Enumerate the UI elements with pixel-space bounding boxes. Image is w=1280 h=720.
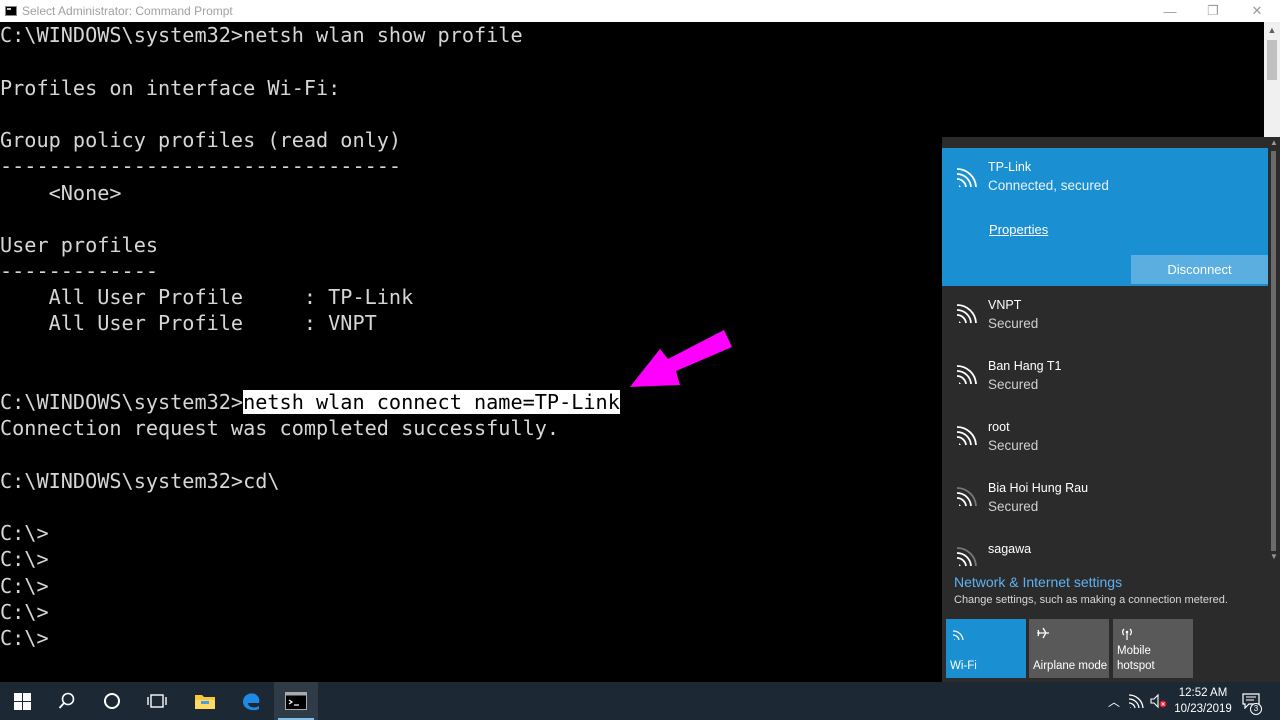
scroll-up-icon[interactable]: ▲ [1264,22,1280,38]
network-name: sagawa [988,542,1032,556]
arrow-icon [630,330,732,387]
minimize-button[interactable]: — [1147,0,1193,22]
connected-network-status: Connected, secured [988,178,1109,193]
cortana-icon [104,693,120,709]
wifi-signal-icon [956,426,977,446]
console-line: C:\> [0,574,49,598]
network-settings-description: Change settings, such as making a connec… [954,594,1228,606]
airplane-mode-tile[interactable]: Airplane mode [1029,619,1109,678]
connected-network[interactable]: TP-Link Connected, secured Properties Di… [942,148,1268,286]
restore-button[interactable]: ❐ [1190,0,1236,22]
network-name: VNPT [988,298,1022,312]
mobile-hotspot-tile-label: Mobile hotspot [1117,645,1155,672]
disconnect-button[interactable]: Disconnect [1131,255,1268,284]
console-line: C:\> [0,547,49,571]
wifi-tray-icon [1128,694,1144,709]
console-line: C:\WINDOWS\system32>cd\ [0,469,280,493]
network-status: Secured [988,316,1039,331]
console-line: C:\WINDOWS\system32>netsh wlan show prof… [0,23,523,47]
network-name: root [988,420,1010,434]
airplane-mode-tile-label: Airplane mode [1033,660,1108,672]
selected-command[interactable]: netsh wlan connect name=TP-Link [243,390,620,414]
network-status: Secured [988,377,1039,392]
search-button[interactable] [45,682,89,720]
console-line: All User Profile : VNPT [0,311,377,335]
network-settings-link[interactable]: Network & Internet settings [954,574,1122,590]
network-status: Secured [988,499,1039,514]
network-tray-button[interactable] [1125,682,1147,720]
console-line: C:\> [0,521,49,545]
network-status: Secured [988,438,1039,453]
edge-button[interactable] [229,682,273,720]
search-icon [58,692,75,709]
scroll-down-icon[interactable]: ▼ [1268,551,1280,563]
network-flyout: TP-Link Connected, secured Properties Di… [942,137,1280,682]
scroll-thumb[interactable] [1267,40,1277,80]
clock[interactable]: 12:52 AM 10/23/2019 [1168,685,1238,717]
console-line: Connection request was completed success… [0,416,560,440]
task-view-icon [147,694,167,708]
start-button[interactable] [0,682,44,720]
command-prompt-taskbar-button[interactable] [274,682,318,720]
show-hidden-icons-button[interactable]: ︿ [1105,682,1123,720]
chevron-up-icon: ︿ [1107,694,1120,709]
cortana-button[interactable] [90,682,134,720]
title-bar: Select Administrator: Command Prompt — ❐… [0,0,1280,22]
taskbar: ︿ 12:52 AM 10/23/2019 3 [0,682,1280,720]
speaker-muted-icon [1150,693,1167,709]
console-line: ------------- [0,259,159,283]
command-prompt-icon [5,6,17,16]
scroll-up-icon[interactable]: ▲ [1268,137,1280,149]
mobile-hotspot-tile[interactable]: Mobile hotspot [1113,619,1193,678]
close-button[interactable]: ✕ [1234,0,1280,22]
clock-time: 12:52 AM [1178,687,1228,699]
action-center-button[interactable] [1238,682,1264,720]
hotspot-icon [1122,628,1132,640]
wifi-signal-icon [956,168,977,188]
windows-logo-icon [13,692,31,710]
console-line: C:\> [0,600,49,624]
airplane-icon [1037,627,1049,639]
volume-tray-button[interactable] [1148,682,1170,720]
connected-network-name: TP-Link [988,160,1032,174]
task-view-button[interactable] [135,682,179,720]
console-line: C:\> [0,626,49,650]
wifi-signal-icon [956,365,977,385]
console-prompt: C:\WINDOWS\system32> [0,390,244,414]
wifi-signal-icon [956,547,977,567]
folder-icon [195,695,215,709]
console-line: C:\WINDOWS\system32>netsh wlan connect n… [0,389,620,415]
console-line: Group policy profiles (read only) [0,128,402,152]
network-name: Ban Hang T1 [988,359,1062,373]
wifi-tile[interactable]: Wi-Fi [946,619,1026,678]
wifi-icon [952,630,964,641]
console-line: User profiles [0,233,159,257]
scroll-thumb[interactable] [1271,151,1276,551]
wifi-signal-icon [956,487,977,507]
notification-count-badge: 3 [1250,703,1262,715]
window-title: Select Administrator: Command Prompt [22,4,233,18]
properties-link[interactable]: Properties [989,222,1048,237]
command-prompt-icon [285,692,307,710]
console-line: <None> [0,181,122,205]
file-explorer-button[interactable] [183,682,227,720]
wifi-tile-label: Wi-Fi [950,660,977,672]
edge-icon [243,693,260,711]
console-line: All User Profile : TP-Link [0,285,414,309]
network-name: Bia Hoi Hung Rau [988,481,1089,495]
clock-date: 10/23/2019 [1174,703,1232,715]
wifi-signal-icon [956,304,977,324]
network-list-scrollbar[interactable]: ▲ ▼ [1268,137,1280,567]
console-line: Profiles on interface Wi-Fi: [0,76,341,100]
console-line: --------------------------------- [0,154,402,178]
